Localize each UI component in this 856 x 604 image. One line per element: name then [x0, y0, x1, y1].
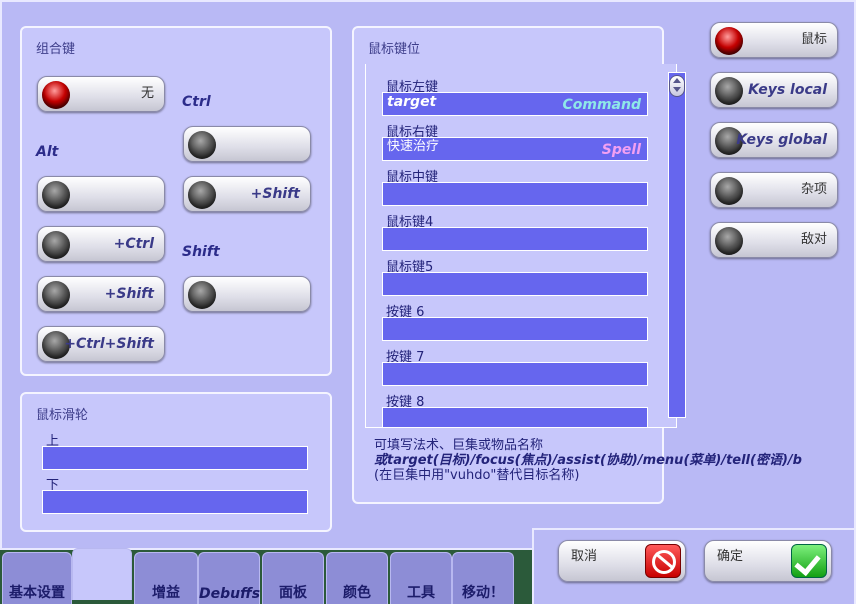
- tab-7[interactable]: 移动！: [452, 552, 514, 604]
- radio-icon: [42, 281, 70, 309]
- binding-input[interactable]: [382, 227, 648, 251]
- scroll-thumb-icon[interactable]: [669, 75, 685, 97]
- tab-label: 基本设置: [9, 585, 65, 601]
- modifier-none-button[interactable]: 无: [37, 76, 165, 112]
- modifier-alt-shift-button[interactable]: +Shift: [37, 276, 165, 312]
- tab-label: 颜色: [343, 585, 371, 601]
- help-line-3: (在巨集中用"vuhdo"替代目标名称): [374, 468, 580, 483]
- cancel-button[interactable]: 取消: [558, 540, 686, 582]
- tab-label: 工具: [407, 585, 435, 601]
- binding-value: 快速治疗: [387, 139, 440, 154]
- checkmark-icon: [791, 544, 827, 578]
- tab-4[interactable]: 面板: [262, 552, 324, 604]
- radio-icon: [715, 227, 743, 255]
- radio-icon: [715, 177, 743, 205]
- binding-input[interactable]: [382, 272, 648, 296]
- modifier-alt-ctrl-shift-button[interactable]: +Ctrl+Shift: [37, 326, 165, 362]
- mode-keys-local-button[interactable]: Keys local: [710, 72, 838, 108]
- ok-button-label: 确定: [717, 549, 744, 564]
- shift-group-label: Shift: [182, 244, 220, 260]
- mode-mouse-button[interactable]: 鼠标: [710, 22, 838, 58]
- modifier-keys-title: 组合键: [36, 42, 76, 57]
- binding-input[interactable]: [382, 362, 648, 386]
- tab-0[interactable]: 基本设置: [2, 552, 72, 604]
- binding-input[interactable]: [382, 182, 648, 206]
- modifier-alt-ctrl-button[interactable]: +Ctrl: [37, 226, 165, 262]
- modifier-keys-panel: 组合键 Ctrl Alt Shift 无 +Shift +Ctrl +Shift…: [20, 26, 332, 376]
- modifier-shift-button[interactable]: [183, 276, 311, 312]
- wheel-up-input[interactable]: [42, 446, 308, 470]
- modifier-alt-button[interactable]: [37, 176, 165, 212]
- radio-icon: [188, 181, 216, 209]
- modifier-ctrl-button[interactable]: [183, 126, 311, 162]
- radio-icon: [42, 231, 70, 259]
- binding-input[interactable]: 快速治疗 Spell: [382, 137, 648, 161]
- radio-icon: [715, 77, 743, 105]
- selected-radio-icon: [42, 81, 70, 109]
- tab-label: 增益: [152, 585, 180, 601]
- tab-label: 移动！: [462, 585, 504, 601]
- selected-radio-icon: [715, 27, 743, 55]
- mode-misc-button[interactable]: 杂项: [710, 172, 838, 208]
- help-line-2: 或target(目标)/focus(焦点)/assist(协助)/menu(菜单…: [374, 453, 802, 468]
- tab-6[interactable]: 工具: [390, 552, 452, 604]
- mouse-bindings-title: 鼠标键位: [368, 42, 421, 57]
- binding-input[interactable]: [382, 407, 648, 427]
- binding-type: Spell: [601, 142, 641, 158]
- tab-label: Debuffs: [199, 586, 261, 602]
- binding-input[interactable]: [382, 317, 648, 341]
- radio-icon: [188, 281, 216, 309]
- options-window: 组合键 Ctrl Alt Shift 无 +Shift +Ctrl +Shift…: [0, 0, 856, 550]
- mouse-wheel-title: 鼠标滑轮: [36, 408, 89, 423]
- alt-group-label: Alt: [36, 144, 59, 160]
- tab-3[interactable]: Debuffs: [198, 552, 260, 604]
- radio-icon: [42, 181, 70, 209]
- bindings-scroll-list: 鼠标左键 target Command 鼠标右键 快速治疗 Spell 鼠标中键 鼠标键4 鼠标…: [365, 64, 677, 428]
- help-line-1: 可填写法术、巨集或物品名称: [374, 438, 544, 453]
- modifier-ctrl-shift-button[interactable]: +Shift: [183, 176, 311, 212]
- tab-2[interactable]: 增益: [134, 552, 198, 604]
- mode-hostile-button[interactable]: 敌对: [710, 222, 838, 258]
- tab-label: 面板: [279, 585, 307, 601]
- binding-input[interactable]: target Command: [382, 92, 648, 116]
- binding-type: Command: [562, 97, 641, 113]
- bindings-scrollbar[interactable]: [668, 72, 686, 418]
- wheel-down-input[interactable]: [42, 490, 308, 514]
- cancel-button-label: 取消: [571, 549, 598, 564]
- tab-1[interactable]: [72, 548, 132, 600]
- ok-button[interactable]: 确定: [704, 540, 832, 582]
- help-text: 可填写法术、巨集或物品名称 或target(目标)/focus(焦点)/assi…: [374, 438, 856, 483]
- tab-5[interactable]: 颜色: [326, 552, 388, 604]
- mode-keys-global-button[interactable]: Keys global: [710, 122, 838, 158]
- mouse-wheel-panel: 鼠标滑轮 上 下: [20, 392, 332, 532]
- ctrl-group-label: Ctrl: [182, 94, 211, 110]
- binding-value: target: [387, 94, 437, 110]
- cancel-icon: [645, 544, 681, 578]
- radio-icon: [188, 131, 216, 159]
